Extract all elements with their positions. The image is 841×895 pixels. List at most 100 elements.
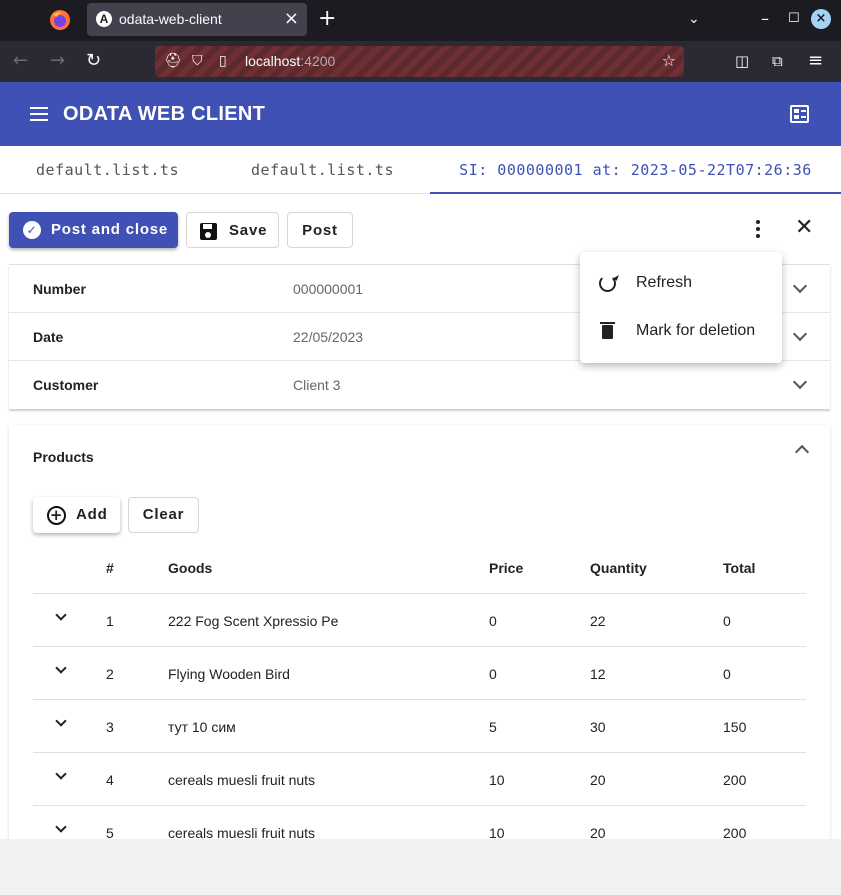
field-value: 22/05/2023 [293,329,364,345]
cell-qty: 20 [590,772,606,788]
app-menu-icon[interactable]: ≡ [808,50,823,72]
firefox-icon[interactable] [49,9,71,31]
back-icon[interactable]: ← [13,50,28,72]
refresh-icon [599,275,616,292]
cell-goods: тут 10 сим [168,719,236,735]
table-header: # Goods Price Quantity Total [33,541,806,594]
pocket-icon[interactable]: ◫ [735,50,749,72]
shield-icon[interactable]: ⛉ [192,52,203,70]
chevron-down-icon[interactable] [792,374,808,390]
table-row[interactable]: 2 Flying Wooden Bird 0 12 0 [33,647,806,700]
cell-total: 200 [723,772,747,788]
field-label: Customer [33,377,99,393]
column-header[interactable]: Total [723,560,755,576]
check-circle-icon: ✓ [23,221,41,239]
post-and-close-button[interactable]: ✓ Post and close [9,212,178,248]
browser-tab[interactable]: A odata-web-client × [87,3,307,36]
cell-num: 1 [106,613,114,629]
expand-row-icon[interactable] [55,768,67,780]
table-row[interactable]: 4 cereals muesli fruit nuts 10 20 200 [33,753,806,806]
minimize-icon[interactable]: – [761,8,769,30]
url-text: localhost:4200 [245,53,336,69]
bookmark-star-icon[interactable]: ☆ [662,51,676,70]
more-actions-menu: Refresh Mark for deletion [580,252,782,363]
field-customer[interactable]: Customer Client 3 [9,361,830,409]
app-title: ODATA WEB CLIENT [63,103,266,125]
reload-icon[interactable]: ↻ [86,50,101,72]
page-bottom [0,839,841,895]
document-tabs: default.list.ts default.list.ts SI: 0000… [0,146,841,194]
browser-nav-bar: ← → ↻ ⛑ ⛉ ▯ localhost:4200 ☆ ◫ ⧉ ≡ [0,41,841,82]
tab-default-list-1[interactable]: default.list.ts [0,146,215,194]
browser-tab-strip: A odata-web-client × + ⌄ – ☐ × [0,0,841,41]
column-header[interactable]: Quantity [590,560,647,576]
angular-icon: A [96,11,112,27]
new-tab-icon[interactable]: + [318,6,336,32]
expand-row-icon[interactable] [55,662,67,674]
post-button[interactable]: Post [287,212,353,248]
tab-default-list-2[interactable]: default.list.ts [215,146,430,194]
field-label: Date [33,329,64,345]
menu-item-mark-for-deletion[interactable]: Mark for deletion [580,308,782,356]
forward-icon[interactable]: → [50,50,65,72]
tab-title: odata-web-client [119,11,222,27]
maximize-icon[interactable]: ☐ [788,8,800,30]
cell-num: 2 [106,666,114,682]
field-value: Client 3 [293,377,341,393]
more-vert-icon[interactable] [748,218,768,240]
cell-qty: 12 [590,666,606,682]
column-header[interactable]: Price [489,560,523,576]
chevron-down-icon[interactable] [792,278,808,294]
cell-price: 0 [489,613,497,629]
dashboard-icon[interactable] [790,105,809,123]
add-circle-icon: + [47,506,66,525]
cell-total: 0 [723,613,731,629]
cell-price: 0 [489,666,497,682]
column-header[interactable]: # [106,560,114,576]
window-close-icon[interactable]: × [811,9,831,29]
url-bar[interactable]: ⛑ ⛉ ▯ localhost:4200 ☆ [155,46,684,77]
app-root: ODATA WEB CLIENT default.list.ts default… [0,82,841,839]
close-icon[interactable]: ✕ [795,215,813,241]
field-value: 000000001 [293,281,364,297]
app-toolbar: ODATA WEB CLIENT [0,82,841,146]
column-header[interactable]: Goods [168,560,212,576]
clear-products-button[interactable]: Clear [128,497,199,533]
chevron-down-icon[interactable] [792,326,808,342]
delete-icon [600,322,615,339]
cell-goods: 222 Fog Scent Xpressio Pe [168,613,339,629]
menu-item-refresh[interactable]: Refresh [580,260,782,308]
chevron-up-icon[interactable] [794,444,810,460]
field-label: Number [33,281,86,297]
table-row[interactable]: 3 тут 10 сим 5 30 150 [33,700,806,753]
save-icon [200,223,217,240]
cell-num: 5 [106,825,114,839]
extensions-icon[interactable]: ⧉ [772,50,783,72]
products-table: # Goods Price Quantity Total 1 222 Fog S… [33,541,806,839]
cell-goods: cereals muesli fruit nuts [168,772,316,788]
cell-qty: 22 [590,613,606,629]
expand-row-icon[interactable] [55,821,67,833]
table-row[interactable]: 1 222 Fog Scent Xpressio Pe 0 22 0 [33,594,806,647]
tab-close-icon[interactable]: × [284,9,299,29]
cell-total: 0 [723,666,731,682]
add-product-button[interactable]: + Add [33,497,120,533]
tab-list-chevron-icon[interactable]: ⌄ [688,8,700,30]
products-panel: Products + Add Clear # Goods Price Quant… [9,425,830,839]
menu-icon[interactable] [30,107,48,121]
expand-row-icon[interactable] [55,715,67,727]
cell-price: 10 [489,825,505,839]
cell-total: 200 [723,825,747,839]
cell-qty: 20 [590,825,606,839]
cell-num: 4 [106,772,114,788]
cell-goods: Flying Wooden Bird [168,666,290,682]
cell-price: 10 [489,772,505,788]
tab-sales-invoice[interactable]: SI: 000000001 at: 2023-05-22T07:26:36 [430,146,841,194]
cell-total: 150 [723,719,747,735]
expand-row-icon[interactable] [55,609,67,621]
cell-price: 5 [489,719,497,735]
products-title: Products [33,449,94,465]
table-row[interactable]: 5 cereals muesli fruit nuts 10 20 200 [33,806,806,839]
save-button[interactable]: Save [186,212,279,248]
cell-num: 3 [106,719,114,735]
